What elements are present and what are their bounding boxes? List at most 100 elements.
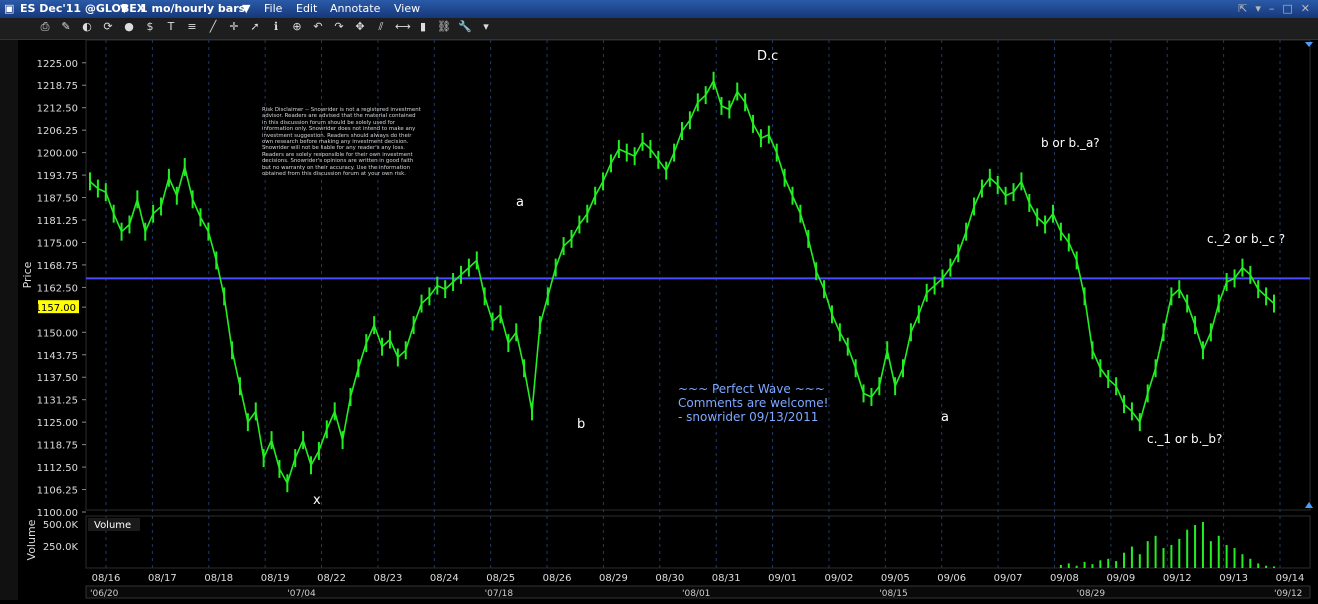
- wave-label-b-or-ba: b or b._a?: [1041, 136, 1100, 150]
- close-icon[interactable]: ✕: [1301, 2, 1310, 15]
- date-tick-label: 09/07: [994, 573, 1023, 584]
- price-tick-label: 1150.00: [37, 328, 78, 339]
- info-icon[interactable]: ℹ: [269, 20, 283, 34]
- price-tick-label: 1225.00: [37, 59, 78, 70]
- date-tick-label: 09/14: [1276, 573, 1305, 584]
- wave-label-c2: c._2 or b._c ?: [1207, 232, 1285, 246]
- volume-panel: [85, 515, 1311, 569]
- chevron-down-icon[interactable]: ▼: [242, 2, 250, 15]
- chart-area: 08/16 08/17 08/18 08/19 08/22 08/23 08/24 08/25…: [0, 39, 1318, 600]
- print-icon[interactable]: ⎙: [38, 20, 52, 34]
- cursor-icon[interactable]: ➚: [248, 20, 262, 34]
- dropdown-icon[interactable]: ▾: [479, 20, 493, 34]
- date-tick-label: 09/01: [768, 573, 797, 584]
- menu-file[interactable]: File: [264, 2, 282, 15]
- date-tick-label: 09/08: [1050, 573, 1079, 584]
- overview-date-label: '06/20: [90, 589, 119, 599]
- date-tick-label: 08/24: [430, 573, 459, 584]
- overview-date-label: '08/29: [1077, 589, 1106, 599]
- price-tick-label: 1137.50: [37, 373, 78, 384]
- app-icon: ▣: [4, 2, 15, 15]
- bar-icon[interactable]: ▮: [416, 20, 430, 34]
- overview-date-label: '08/01: [682, 589, 710, 599]
- menu-annotate[interactable]: Annotate: [330, 2, 380, 15]
- channel-icon[interactable]: ⫽: [374, 20, 388, 34]
- line-icon[interactable]: ╱: [206, 20, 220, 34]
- date-tick-label: 08/29: [599, 573, 628, 584]
- date-tick-label: 08/31: [712, 573, 741, 584]
- overview-date-label: '08/15: [879, 589, 907, 599]
- date-tick-label: 09/13: [1219, 573, 1248, 584]
- price-tick-label: 1118.75: [37, 441, 78, 452]
- date-tick-label: 08/26: [543, 573, 572, 584]
- crosshair-icon[interactable]: ✛: [227, 20, 241, 34]
- title-bar: ▣ ES Dec'11 @GLOBEX ▼ 1 mo/hourly bars ▼…: [0, 0, 1318, 18]
- date-tick-label: 08/18: [204, 573, 233, 584]
- date-tick-label: 09/02: [825, 573, 854, 584]
- overview-date-label: '09/12: [1274, 589, 1302, 599]
- toolbar: ⎙ ✎ ◐ ⟳ ● $ T ≡ ╱ ✛ ➚ ℹ ⊕ ↶ ↷ ✥ ⫽ ⟷ ▮ ⛓ 🔧 ▾: [0, 18, 1318, 40]
- date-tick-label: 09/12: [1163, 573, 1192, 584]
- overview-date-label: '07/04: [287, 589, 316, 599]
- signature-comment: Comments are welcome!: [678, 396, 828, 410]
- price-tick-label: 1112.50: [37, 463, 78, 474]
- overview-date-label: '07/18: [485, 589, 514, 599]
- measure-icon[interactable]: ⟷: [395, 20, 411, 34]
- price-tick-label: 1212.50: [37, 104, 78, 115]
- date-tick-label: 09/05: [881, 573, 910, 584]
- price-tick-label: 1175.00: [37, 238, 78, 249]
- draw-icon[interactable]: ✎: [59, 20, 73, 34]
- current-price-label: 1157.00: [35, 303, 76, 314]
- text-icon[interactable]: T: [164, 20, 178, 34]
- price-tick-label: 1100.00: [37, 508, 78, 519]
- pan-icon[interactable]: ✥: [353, 20, 367, 34]
- price-tick-label: 1193.75: [37, 171, 78, 182]
- price-tick-label: 1181.25: [37, 216, 78, 227]
- wave-label-a2: a: [941, 410, 949, 425]
- price-tick-label: 1125.00: [37, 418, 78, 429]
- date-tick-label: 09/06: [937, 573, 966, 584]
- price-tick-label: 1206.25: [37, 126, 78, 137]
- volume-tick-label: 500.0K: [43, 520, 79, 531]
- refresh-icon[interactable]: ⟳: [101, 20, 115, 34]
- wave-label-c1: c._1 or b._b?: [1147, 432, 1222, 446]
- date-tick-label: 08/16: [92, 573, 121, 584]
- redo-icon[interactable]: ↷: [332, 20, 346, 34]
- wave-label-dc: D.c: [757, 49, 778, 64]
- price-tick-label: 1168.75: [37, 261, 78, 272]
- wave-label-x: x: [313, 493, 321, 508]
- fib-icon[interactable]: ≡: [185, 20, 199, 34]
- date-tick-label: 08/30: [655, 573, 684, 584]
- date-tick-label: 08/23: [373, 573, 402, 584]
- minimize-icon[interactable]: –: [1269, 2, 1275, 15]
- wave-label-b: b: [577, 417, 585, 432]
- detach-icon[interactable]: ⇱: [1238, 2, 1247, 15]
- price-tick-label: 1131.25: [37, 396, 78, 407]
- timeframe-selector[interactable]: 1 mo/hourly bars: [140, 2, 245, 15]
- price-tick-label: 1218.75: [37, 81, 78, 92]
- menu-edit[interactable]: Edit: [296, 2, 317, 15]
- price-tick-label: 1143.75: [37, 351, 78, 362]
- price-tick-label: 1162.50: [37, 283, 78, 294]
- risk-disclaimer: Risk Disclaimer -- Snowrider is not a re…: [262, 107, 421, 178]
- price-axis-label: Price: [21, 261, 34, 288]
- volume-title: Volume: [94, 520, 131, 531]
- window-controls: ⇱ ▾ – □ ✕: [1230, 2, 1310, 15]
- price-tick-label: 1200.00: [37, 149, 78, 160]
- price-chart[interactable]: 08/16 08/17 08/18 08/19 08/22 08/23 08/24 08/25…: [0, 39, 1318, 600]
- dropdown-icon[interactable]: ▾: [1255, 2, 1261, 15]
- zoom-icon[interactable]: ⊕: [290, 20, 304, 34]
- dollar-icon[interactable]: $: [143, 20, 157, 34]
- price-tick-label: 1106.25: [37, 486, 78, 497]
- maximize-icon[interactable]: □: [1282, 2, 1292, 15]
- color-icon[interactable]: ◐: [80, 20, 94, 34]
- menu-view[interactable]: View: [394, 2, 420, 15]
- circle-icon[interactable]: ●: [122, 20, 136, 34]
- link-icon[interactable]: ⛓: [437, 20, 451, 34]
- volume-axis-label: Volume: [25, 519, 38, 560]
- undo-icon[interactable]: ↶: [311, 20, 325, 34]
- chevron-down-icon[interactable]: ▼: [120, 2, 128, 15]
- wrench-icon[interactable]: 🔧: [458, 20, 472, 34]
- price-tick-label: 1187.50: [37, 194, 78, 205]
- left-strip: [0, 40, 18, 600]
